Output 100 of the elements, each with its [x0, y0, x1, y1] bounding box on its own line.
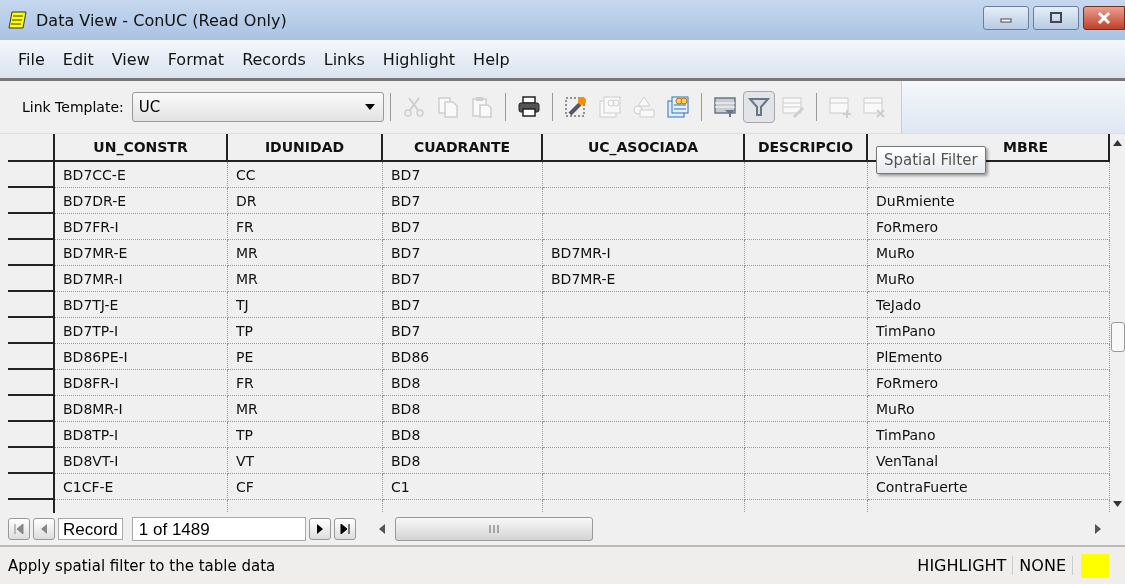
maximize-button[interactable]: [1033, 6, 1079, 30]
row-selector[interactable]: [8, 370, 55, 396]
table-cell: MR: [228, 266, 383, 292]
table-cell: BD7: [383, 266, 543, 292]
menu-item[interactable]: Records: [233, 49, 315, 69]
funnel-icon: [746, 95, 771, 119]
minimize-button[interactable]: [983, 6, 1029, 30]
record-label: Record: [58, 518, 123, 540]
column-header[interactable]: IDUNIDAD: [228, 134, 383, 162]
table-cell: BD8: [383, 422, 543, 448]
table-cell: BD7TP-I: [55, 318, 228, 344]
table-cell: MR: [228, 396, 383, 422]
previous-record-button[interactable]: [33, 518, 55, 540]
row-selector[interactable]: [8, 396, 55, 422]
table-cell: BD8: [383, 448, 543, 474]
table-cell: C1CF-E: [55, 474, 228, 500]
table-cell: MR: [228, 240, 383, 266]
table-cell: BD8FR-I: [55, 370, 228, 396]
menu-item[interactable]: View: [102, 49, 159, 69]
row-selector[interactable]: [8, 474, 55, 500]
first-record-button[interactable]: [8, 518, 30, 540]
table-cell: CC: [228, 162, 383, 188]
wand-link-icon: [563, 95, 588, 119]
first-icon: [14, 524, 24, 534]
header-corner: [8, 134, 55, 162]
row-selector[interactable]: [8, 448, 55, 474]
highlight-label: HIGHLIGHT: [911, 556, 1014, 575]
table-cell: FR: [228, 214, 383, 240]
row-selector[interactable]: [8, 188, 55, 214]
table-cell: BD7: [383, 188, 543, 214]
caret-icon: [364, 104, 375, 110]
menu-item[interactable]: Edit: [53, 49, 103, 69]
row-selector[interactable]: [8, 344, 55, 370]
table-cell: DR: [228, 188, 383, 214]
menu-item[interactable]: Format: [158, 49, 234, 69]
up-arrow-icon[interactable]: [1113, 140, 1122, 146]
row-selector[interactable]: [8, 292, 55, 318]
printer-icon: [516, 95, 541, 119]
clipboard-icon: [469, 95, 494, 119]
tooltip: Spatial Filter: [876, 146, 986, 174]
scissors-icon: [401, 95, 426, 119]
linked-table-icon: [597, 95, 622, 119]
table-cell: BD7: [383, 318, 543, 344]
record-position-field[interactable]: 1 of 1489: [131, 517, 306, 541]
table-cell: BD7MR-E: [55, 240, 228, 266]
left-arrow-icon[interactable]: [378, 524, 385, 534]
row-selector[interactable]: [8, 422, 55, 448]
highlight-value: NONE: [1013, 556, 1073, 575]
menu-item[interactable]: Help: [464, 49, 519, 69]
table-cell: BD8TP-I: [55, 422, 228, 448]
table-cell: BD7MR-I: [543, 240, 745, 266]
table-cell: CF: [228, 474, 383, 500]
table-cell: BD8: [383, 370, 543, 396]
funnel-button[interactable]: [742, 91, 775, 123]
table-cell: BD7: [383, 292, 543, 318]
table-cell: VT: [228, 448, 383, 474]
table-cell: TP: [228, 318, 383, 344]
triangle-link-icon: [631, 95, 656, 119]
menu-item[interactable]: Highlight: [373, 49, 465, 69]
menu-item[interactable]: Links: [314, 49, 374, 69]
last-record-button[interactable]: [333, 518, 356, 540]
link-template-dropdown[interactable]: UC: [131, 92, 384, 122]
row-selector[interactable]: [8, 162, 55, 188]
row-selector[interactable]: [8, 240, 55, 266]
table-cell: BD7MR-I: [55, 266, 228, 292]
table-delete-icon: [861, 95, 886, 119]
table-cell: BD8: [383, 396, 543, 422]
next-record-button[interactable]: [308, 518, 331, 540]
row-selector[interactable]: [8, 318, 55, 344]
table-cell: TP: [228, 422, 383, 448]
table-cell: BD8VT-I: [55, 448, 228, 474]
column-header[interactable]: DESCRIPCIO: [745, 134, 868, 162]
column-header[interactable]: UN_CONSTR: [55, 134, 228, 162]
table-cell: BD7MR-E: [543, 266, 745, 292]
menu-item[interactable]: File: [8, 49, 54, 69]
grip-icon: [488, 525, 499, 533]
column-header[interactable]: CUADRANTE: [383, 134, 543, 162]
close-button[interactable]: [1083, 6, 1125, 30]
row-selector[interactable]: [8, 214, 55, 240]
table-filter-icon: [712, 95, 737, 119]
scrollbar-thumb[interactable]: [1111, 322, 1125, 352]
table-cell: BD7TJ-E: [55, 292, 228, 318]
table-cell: C1: [383, 474, 543, 500]
link-template-label: Link Template:: [22, 99, 124, 115]
table-cell: BD7FR-I: [55, 214, 228, 240]
scrollbar-thumb[interactable]: [394, 517, 593, 541]
table-add-icon: [827, 95, 852, 119]
close-icon: [1096, 11, 1112, 25]
table-cell: BD7DR-E: [55, 188, 228, 214]
linked-table-icon: [665, 95, 690, 119]
status-message: Apply spatial filter to the table data: [8, 556, 277, 575]
table-edit-icon: [780, 95, 805, 119]
row-selector[interactable]: [8, 266, 55, 292]
table-cell: BD7: [383, 162, 543, 188]
column-header[interactable]: UC_ASOCIADA: [543, 134, 745, 162]
right-arrow-icon[interactable]: [1095, 524, 1101, 534]
previous-icon: [39, 524, 49, 534]
window-title: Data View - ConUC (Read Only): [36, 10, 288, 30]
down-arrow-icon[interactable]: [1113, 501, 1122, 507]
table-cell: BD7CC-E: [55, 162, 228, 188]
